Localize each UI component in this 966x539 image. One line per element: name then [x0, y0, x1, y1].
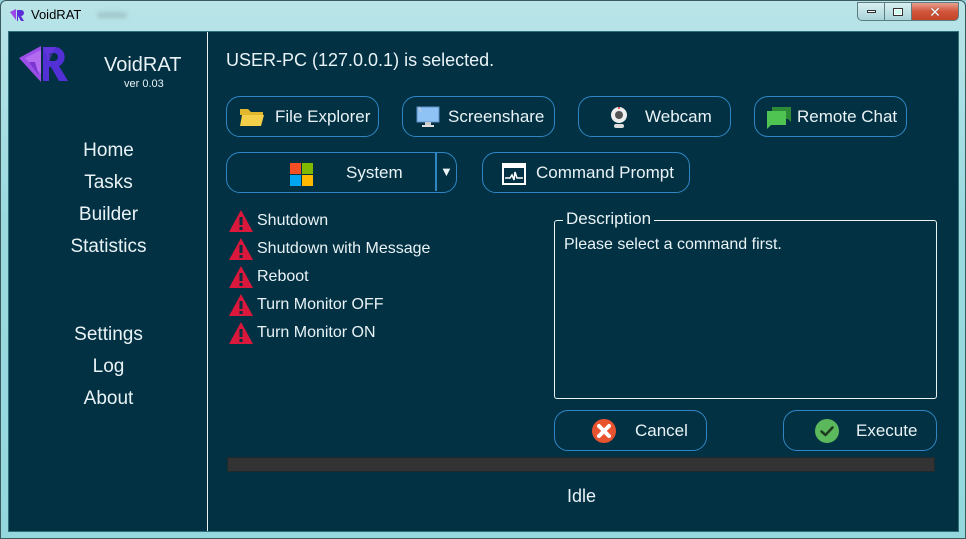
maximize-icon	[893, 7, 903, 16]
execute-label: Execute	[856, 420, 918, 440]
brand-version: ver 0.03	[124, 78, 164, 90]
voidrat-logo-icon	[19, 46, 68, 82]
cancel-button[interactable]: Cancel	[554, 410, 707, 451]
file-explorer-button[interactable]: File Explorer	[226, 96, 379, 137]
system-label: System	[346, 162, 403, 182]
nav-builder[interactable]: Builder	[9, 204, 208, 226]
description-text: Please select a command first.	[564, 236, 782, 253]
minimize-button[interactable]	[857, 2, 884, 21]
nav-statistics[interactable]: Statistics	[9, 236, 208, 258]
screenshare-button[interactable]: Screenshare	[402, 96, 555, 137]
nav-log[interactable]: Log	[9, 356, 208, 378]
sidebar: VoidRAT ver 0.03 Home Tasks Builder Stat…	[9, 32, 208, 531]
nav-home[interactable]: Home	[9, 140, 208, 162]
system-split-button[interactable]: System ▼	[226, 152, 457, 193]
command-item-monitor-on[interactable]: Turn Monitor ON	[228, 319, 430, 347]
command-item-shutdown[interactable]: Shutdown	[228, 207, 430, 235]
command-prompt-button[interactable]: Command Prompt	[482, 152, 690, 193]
app-window: VoidRAT ✕ VoidRAT ver 0.03 Home Tasks Bu…	[0, 0, 966, 539]
maximize-button[interactable]	[884, 2, 911, 21]
window-controls: ✕	[857, 2, 959, 21]
close-button[interactable]: ✕	[911, 2, 959, 21]
command-list: Shutdown Shutdown with Message Reboot Tu…	[228, 207, 430, 347]
warning-icon	[229, 266, 253, 288]
command-label: Reboot	[257, 268, 309, 285]
title-bar[interactable]: VoidRAT ✕	[1, 1, 966, 29]
folder-icon	[240, 109, 264, 126]
remote-chat-button[interactable]: Remote Chat	[754, 96, 907, 137]
webcam-button[interactable]: Webcam	[578, 96, 731, 137]
window-title: VoidRAT	[31, 7, 82, 22]
cancel-icon	[592, 419, 616, 443]
command-item-reboot[interactable]: Reboot	[228, 263, 430, 291]
nav-tasks[interactable]: Tasks	[9, 172, 208, 194]
command-label: Shutdown	[257, 212, 329, 229]
command-label: Turn Monitor OFF	[257, 296, 384, 313]
terminal-icon	[502, 163, 526, 185]
cancel-label: Cancel	[635, 420, 688, 440]
monitor-icon	[416, 106, 440, 127]
screenshare-label: Screenshare	[448, 106, 545, 126]
command-item-monitor-off[interactable]: Turn Monitor OFF	[228, 291, 430, 319]
client-area: VoidRAT ver 0.03 Home Tasks Builder Stat…	[8, 31, 959, 532]
command-label: Shutdown with Message	[257, 240, 431, 257]
check-icon	[815, 419, 839, 443]
nav-settings[interactable]: Settings	[9, 324, 208, 346]
file-explorer-label: File Explorer	[275, 106, 371, 126]
remote-chat-label: Remote Chat	[797, 106, 898, 126]
command-label: Turn Monitor ON	[257, 324, 376, 341]
minimize-icon	[866, 10, 876, 13]
warning-icon	[229, 322, 253, 344]
status-text: Idle	[566, 486, 597, 506]
windows-icon	[290, 163, 313, 186]
brand-name: VoidRAT	[104, 54, 182, 76]
app-logo-icon	[10, 9, 24, 21]
close-icon: ✕	[929, 3, 941, 20]
webcam-label: Webcam	[645, 106, 712, 126]
command-item-shutdown-with-message[interactable]: Shutdown with Message	[228, 235, 430, 263]
nav-about[interactable]: About	[9, 388, 208, 410]
chat-icon	[767, 107, 791, 129]
warning-icon	[229, 238, 253, 260]
warning-icon	[229, 294, 253, 316]
description-groupbox: Description Please select a command firs…	[554, 209, 937, 399]
warning-icon	[229, 210, 253, 232]
description-legend: Description	[563, 209, 655, 229]
execute-button[interactable]: Execute	[783, 410, 937, 451]
title-blurred-text	[97, 12, 127, 18]
webcam-icon	[611, 107, 627, 128]
split-divider	[435, 153, 437, 191]
dropdown-arrow-icon[interactable]: ▼	[440, 164, 453, 179]
progress-bar	[227, 457, 935, 472]
main-panel: USER-PC (127.0.0.1) is selected. File Ex…	[209, 32, 959, 531]
command-prompt-label: Command Prompt	[536, 162, 674, 182]
selected-client-text: USER-PC (127.0.0.1) is selected.	[226, 50, 495, 70]
